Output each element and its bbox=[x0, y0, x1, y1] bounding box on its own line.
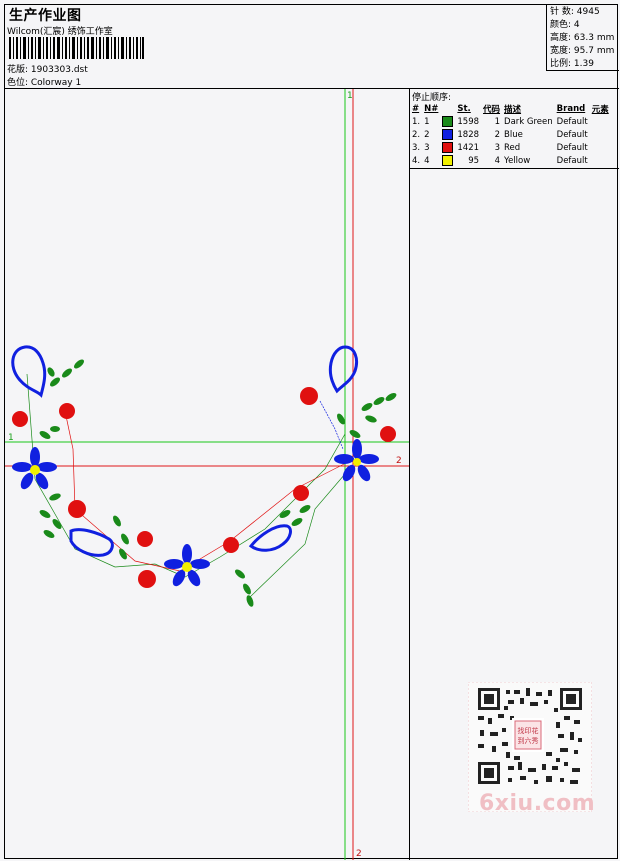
stat-colors: 颜色: 4 bbox=[550, 20, 580, 30]
color-swatch bbox=[442, 129, 454, 140]
stat-stitches: 针 数: 4945 bbox=[550, 7, 600, 17]
col-code: 代码 bbox=[483, 104, 501, 115]
paisley-motifs bbox=[11, 345, 359, 557]
col-needle: N# bbox=[424, 103, 439, 114]
stats-panel: 针 数: 4945 颜色: 4 高度: 63.3 mm 宽度: 95.7 mm … bbox=[546, 5, 619, 71]
barcode bbox=[9, 37, 144, 59]
col-stitches: St. bbox=[457, 103, 471, 114]
blue-flowers bbox=[12, 439, 379, 587]
stop-sequence-panel: 停止顺序: # N# St. 代码 描述 Brand 元素 1. 1 1598 … bbox=[410, 89, 619, 169]
colorway: 色位: Colorway 1 bbox=[7, 78, 82, 88]
guide-label-green-v: 1 bbox=[347, 91, 353, 101]
col-element: 元素 bbox=[591, 104, 609, 115]
stamp-line-2: 到六秀 bbox=[518, 736, 539, 745]
guide-label-green-h: 1 bbox=[8, 433, 14, 443]
col-brand: Brand bbox=[556, 103, 586, 114]
stat-scale: 比例: 1.39 bbox=[550, 59, 594, 69]
guide-label-red-h: 2 bbox=[396, 456, 402, 466]
color-swatch bbox=[442, 155, 454, 166]
table-row: 2. 2 1828 2 Blue Default bbox=[412, 129, 588, 140]
stamp-line-1: 找印花 bbox=[518, 726, 539, 735]
production-sheet: 生产作业图 Wilcom(汇宸) 绣饰工作室 花版: 1903303.dst 色… bbox=[4, 4, 619, 860]
table-row: 1. 1 1598 1 Dark Green Default bbox=[412, 116, 588, 127]
col-color bbox=[441, 102, 456, 115]
table-row: 3. 3 1421 3 Red Default bbox=[412, 142, 588, 153]
embroidery-preview: 1 1 2 2 bbox=[5, 89, 409, 860]
table-header: # N# St. 代码 描述 Brand 元素 bbox=[411, 102, 612, 115]
studio-name: Wilcom(汇宸) 绣饰工作室 bbox=[7, 27, 113, 37]
col-desc: 描述 bbox=[504, 104, 522, 115]
guide-label-red-v: 2 bbox=[356, 849, 362, 859]
design-canvas: 1 1 2 2 bbox=[5, 89, 410, 860]
watermark-text: 6xiu.com bbox=[479, 791, 596, 816]
stat-width: 宽度: 95.7 mm bbox=[550, 46, 615, 56]
sheet-title: 生产作业图 bbox=[9, 8, 82, 24]
stat-height: 高度: 63.3 mm bbox=[550, 33, 615, 43]
color-swatch bbox=[442, 142, 454, 153]
table-row: 4. 4 95 4 Yellow Default bbox=[412, 155, 588, 166]
col-index: # bbox=[412, 103, 420, 114]
green-leaves bbox=[39, 359, 397, 607]
stop-sequence-table: # N# St. 代码 描述 Brand 元素 1. 1 1598 1 Dark… bbox=[411, 102, 612, 167]
color-swatch bbox=[442, 116, 454, 127]
design-file: 花版: 1903303.dst bbox=[7, 65, 88, 75]
header: 生产作业图 Wilcom(汇宸) 绣饰工作室 花版: 1903303.dst 色… bbox=[5, 5, 619, 89]
